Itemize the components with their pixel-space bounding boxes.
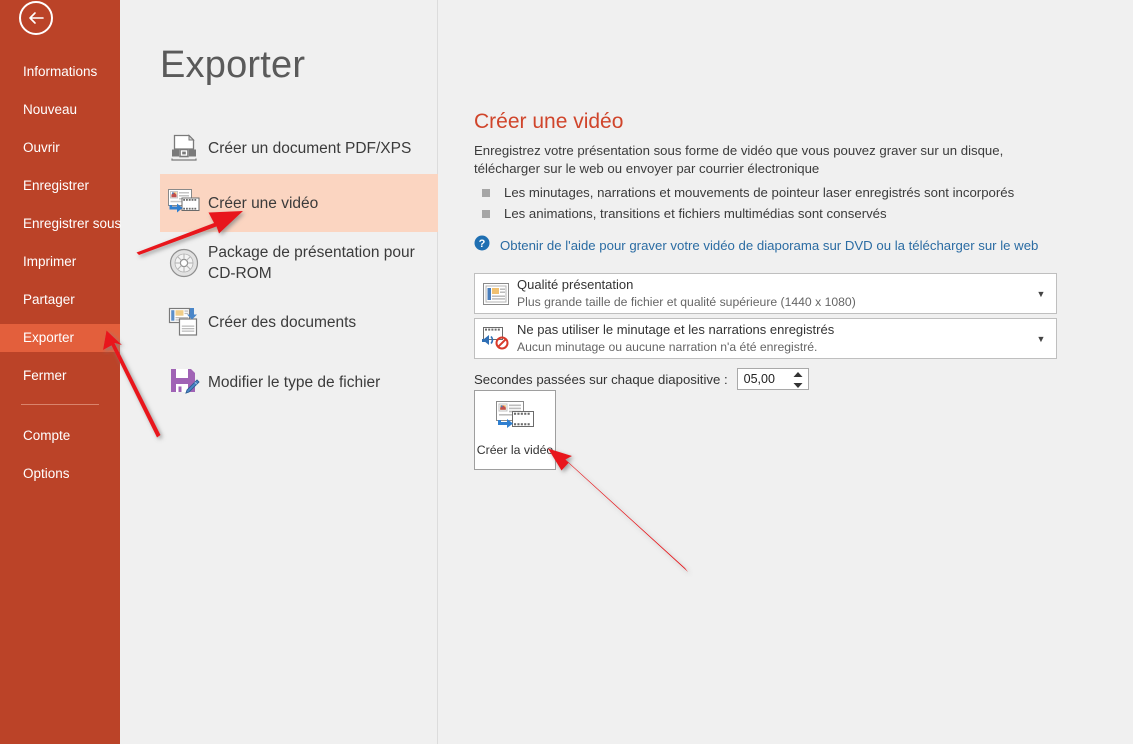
detail-bullet-label: Les animations, transitions et fichiers … — [504, 206, 887, 221]
detail-bullet: Les animations, transitions et fichiers … — [474, 205, 1074, 223]
arrow-to-create-video-button — [548, 448, 688, 572]
chevron-down-icon[interactable]: ▼ — [1026, 334, 1056, 344]
create-video-icon — [494, 400, 536, 438]
sidebar-item-compte[interactable]: Compte — [0, 422, 120, 450]
bullet-square-icon — [482, 189, 490, 197]
seconds-per-slide-row: Secondes passées sur chaque diapositive … — [474, 368, 1074, 390]
stepper-arrows-icon[interactable] — [792, 371, 804, 389]
export-option-pdf-xps-document[interactable]: Créer un document PDF/XPS — [160, 122, 438, 174]
video-quality-dropdown[interactable]: Qualité présentation Plus grande taille … — [474, 273, 1057, 314]
create-video-button[interactable]: Créer la vidéo — [474, 390, 556, 470]
sidebar-item-informations[interactable]: Informations — [0, 58, 120, 86]
export-option-label: Créer un document PDF/XPS — [208, 139, 412, 157]
change-file-type-icon — [160, 366, 208, 398]
export-options-list: Créer un document PDF/XPS Créer une vidéo… — [160, 110, 438, 744]
help-link-label[interactable]: Obtenir de l'aide pour graver votre vidé… — [500, 238, 1038, 253]
dropdown-secondary-label: Aucun minutage ou aucune narration n'a é… — [517, 340, 818, 354]
sidebar-item-enregistrer[interactable]: Enregistrer — [0, 172, 120, 200]
help-link-row[interactable]: ? Obtenir de l'aide pour graver votre vi… — [474, 235, 1074, 256]
export-option-label: Package de présentation pour CD-ROM — [208, 244, 415, 282]
detail-panel: Créer une vidéo Enregistrez votre présen… — [474, 110, 1074, 390]
bullet-square-icon — [482, 210, 490, 218]
export-option-cd-rom-disc[interactable]: Package de présentation pour CD-ROM — [160, 234, 438, 292]
chevron-down-icon[interactable]: ▼ — [1026, 289, 1056, 299]
detail-title: Créer une vidéo — [474, 110, 624, 133]
sidebar-item-partager[interactable]: Partager — [0, 286, 120, 314]
seconds-per-slide-value[interactable]: 05,00 — [738, 372, 775, 386]
detail-bullet-label: Les minutages, narrations et mouvements … — [504, 185, 1015, 200]
sidebar-item-enregistrer-sous[interactable]: Enregistrer sous — [0, 210, 121, 238]
create-handouts-icon — [160, 306, 208, 338]
export-option-label: Créer des documents — [208, 313, 357, 331]
page-title: Exporter — [160, 44, 306, 86]
export-option-create-handouts[interactable]: Créer des documents — [160, 296, 438, 348]
detail-bullet: Les minutages, narrations et mouvements … — [474, 184, 1074, 202]
dropdown-primary-label: Ne pas utiliser le minutage et les narra… — [517, 322, 835, 337]
sidebar-divider — [21, 404, 99, 405]
seconds-per-slide-stepper[interactable]: 05,00 — [736, 368, 809, 390]
presentation-quality-icon — [475, 282, 517, 305]
export-option-label: Créer une vidéo — [208, 194, 319, 212]
export-option-label: Modifier le type de fichier — [208, 373, 381, 391]
sidebar-item-imprimer[interactable]: Imprimer — [0, 248, 120, 276]
svg-text:?: ? — [479, 238, 486, 250]
sidebar-item-nouveau[interactable]: Nouveau — [0, 96, 120, 124]
back-arrow-icon[interactable] — [19, 1, 53, 35]
dropdown-secondary-label: Plus grande taille de fichier et qualité… — [517, 295, 856, 309]
powerpoint-backstage-export-screen: Informations Nouveau Ouvrir Enregistrer Enre… — [0, 0, 1133, 744]
detail-description: Enregistrez votre présentation sous form… — [474, 143, 1004, 176]
create-video-icon — [160, 188, 208, 218]
create-video-button-label: Créer la vidéo — [476, 443, 554, 457]
timing-narration-dropdown[interactable]: Ne pas utiliser le minutage et les narra… — [474, 318, 1057, 359]
no-timing-narration-icon — [475, 326, 517, 352]
sidebar-item-fermer[interactable]: Fermer — [0, 362, 120, 390]
sidebar-item-exporter[interactable]: Exporter — [0, 324, 120, 352]
pdf-xps-document-icon — [160, 132, 208, 164]
seconds-per-slide-label: Secondes passées sur chaque diapositive … — [474, 371, 728, 387]
export-option-create-video[interactable]: Créer une vidéo — [160, 174, 438, 232]
help-question-icon: ? — [474, 235, 490, 256]
backstage-sidebar: Informations Nouveau Ouvrir Enregistrer Enre… — [0, 0, 121, 744]
dropdown-primary-label: Qualité présentation — [517, 277, 634, 292]
sidebar-item-ouvrir[interactable]: Ouvrir — [0, 134, 120, 162]
sidebar-item-options[interactable]: Options — [0, 460, 120, 488]
cd-rom-disc-icon — [160, 247, 208, 279]
export-option-change-file-type[interactable]: Modifier le type de fichier — [160, 356, 438, 408]
